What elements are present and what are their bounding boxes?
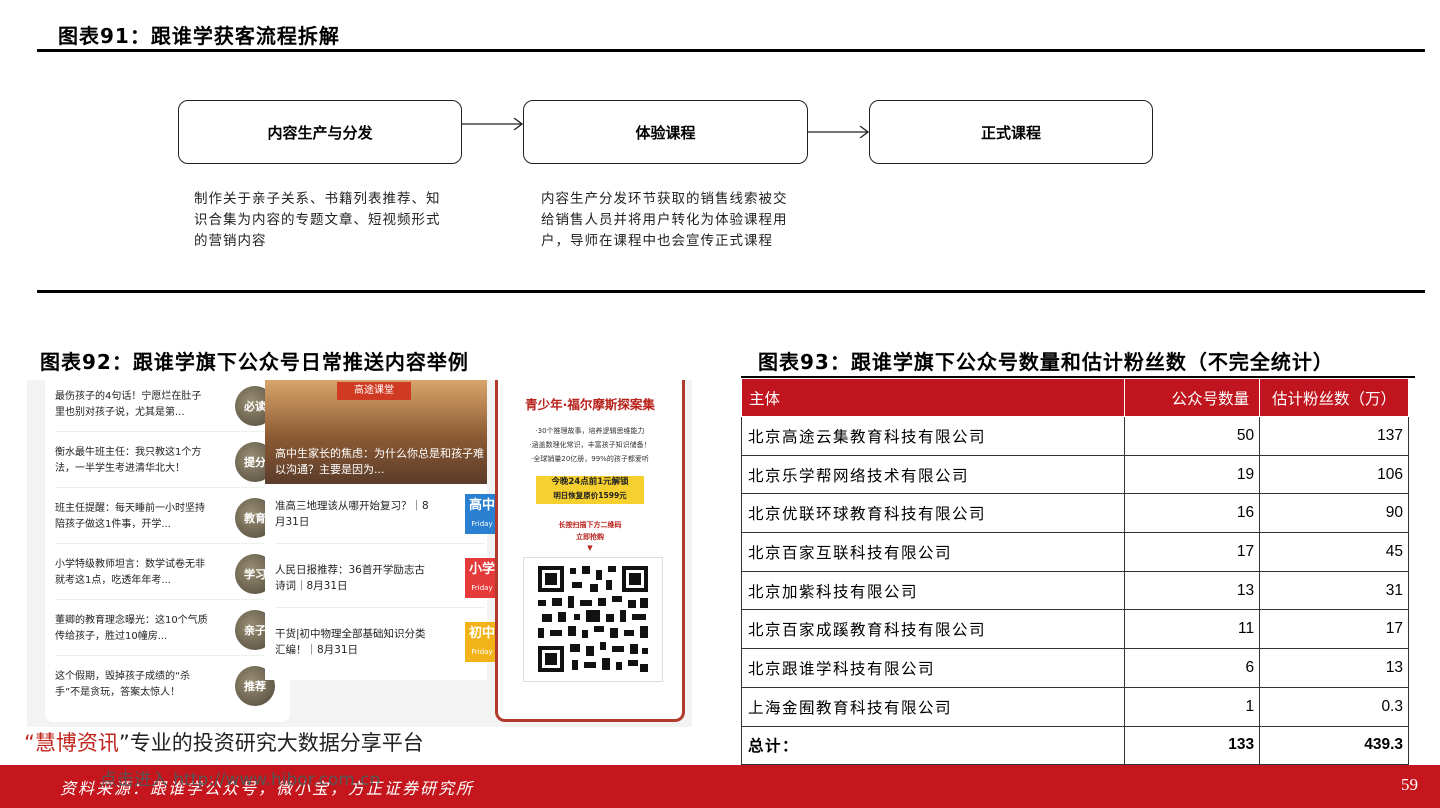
fig91-bottom-rule	[37, 290, 1425, 293]
fig92-title: 图表92：跟谁学旗下公众号日常推送内容举例	[40, 350, 469, 374]
flow-step-content: 内容生产与分发	[178, 100, 462, 164]
fig93-title: 图表93：跟谁学旗下公众号数量和估计粉丝数（不完全统计）	[758, 350, 1334, 374]
list-item: 人民日报推荐：36首开学励志古诗词｜8月31日 小学 Friday	[275, 548, 499, 608]
fig91-top-rule	[37, 49, 1425, 52]
poster-title: 青少年·福尔摩斯探案集	[525, 397, 655, 412]
qr-code	[523, 557, 663, 682]
qr-code-icon	[536, 564, 650, 674]
poster-line: ·涵盖数理化常识，丰富孩子知识储备！	[529, 441, 651, 449]
table-total-row: 总计： 133 439.3	[740, 725, 1409, 766]
poster-scan: 长按扫描下方二维码	[558, 521, 622, 529]
page-footer: 资料来源：跟谁学公众号，微小宝，方正证券研究所 点击进入 http://www.…	[0, 765, 1440, 808]
flow-arrow-2	[808, 126, 870, 138]
table-row: 北京加紫科技有限公司 13 31	[740, 570, 1409, 611]
list-item: 干货|初中物理全部基础知识分类汇编！｜8月31日 初中 Friday	[275, 612, 499, 672]
category-tag: 初中 Friday	[465, 622, 499, 662]
hero-badge: 高途课堂	[337, 382, 411, 400]
poster-arrow-icon: ▼	[587, 544, 593, 552]
col-header-fans: 估计粉丝数（万）	[1259, 378, 1409, 417]
flow-desc-trial: 内容生产分发环节获取的销售线索被交给销售人员并将用户转化为体验课程用户，导师在课…	[541, 191, 788, 249]
category-tag: 小学 Friday	[465, 558, 499, 598]
list-item: 衡水最牛班主任：我只教这1个方法，一半学生考进清华北大！ 提分	[55, 436, 285, 488]
flow-desc-content: 制作关于亲子关系、书籍列表推荐、知识合集为内容的专题文章、短视频形式的营销内容	[194, 191, 441, 249]
watermark-banner: “慧博资讯”专业的投资研究大数据分享平台	[24, 731, 424, 755]
hibor-link[interactable]: 点击进入 http://www.hibor.com.cn	[100, 765, 380, 790]
table-row: 北京百家互联科技有限公司 17 45	[740, 532, 1409, 572]
poster-line: ·30个推理故事，培养逻辑思维能力	[535, 427, 645, 435]
account-table: 主体 公众号数量 估计粉丝数（万） 北京高途云集教育科技有限公司 50 137 北京…	[740, 378, 1409, 766]
table-row: 上海金囿教育科技有限公司 1 0.3	[740, 686, 1409, 727]
table-row: 北京乐学帮网络技术有限公司 19 106	[740, 454, 1409, 495]
promo-poster: 青少年·福尔摩斯探案集 ·30个推理故事，培养逻辑思维能力 ·涵盖数理化常识，丰…	[495, 380, 685, 722]
flow-step-trial: 体验课程	[523, 100, 808, 164]
list-item: 准高三地理该从哪开始复习？｜8月31日 高中 Friday	[275, 484, 499, 544]
fig91-title: 图表91：跟谁学获客流程拆解	[58, 24, 340, 48]
list-item: 班主任提醒：每天睡前一小时坚持陪孩子做这1件事，开学... 教育	[55, 492, 285, 544]
page-number: 59	[1401, 775, 1418, 794]
article-list-left: 最伤孩子的4句话！宁愿烂在肚子里也别对孩子说，尤其是第... 必读 衡水最牛班主任…	[45, 380, 290, 722]
list-item: 最伤孩子的4句话！宁愿烂在肚子里也别对孩子说，尤其是第... 必读	[55, 380, 285, 432]
list-item: 这个假期，毁掉孩子成绩的“杀手”不是贪玩，答案太惊人！ 推荐	[55, 660, 285, 712]
list-item: 董卿的教育理念曝光：这10个气质传给孩子，胜过10幢房... 亲子	[55, 604, 285, 656]
watermark-brand: 慧博资讯	[34, 731, 119, 755]
flow-step-formal: 正式课程	[869, 100, 1153, 164]
table-row: 北京优联环球教育科技有限公司 16 90	[740, 493, 1409, 534]
hero-image: 高途课堂 高中生家长的焦虑：为什么你总是和孩子难以沟通？主要是因为...	[265, 380, 487, 484]
article-list-middle: 高途课堂 高中生家长的焦虑：为什么你总是和孩子难以沟通？主要是因为... 准高三…	[265, 380, 499, 680]
category-tag: 高中 Friday	[465, 494, 499, 534]
list-item: 小学特级教师坦言：数学试卷无非就考这1点，吃透年年考... 学习	[55, 548, 285, 600]
flow-arrow-1	[462, 118, 524, 130]
table-row: 北京跟谁学科技有限公司 6 13	[740, 648, 1409, 688]
table-header-row: 主体 公众号数量 估计粉丝数（万）	[740, 378, 1409, 417]
poster-buy: 立即抢购	[576, 533, 604, 541]
wechat-screenshot-panel: 最伤孩子的4句话！宁愿烂在肚子里也别对孩子说，尤其是第... 必读 衡水最牛班主任…	[27, 380, 692, 727]
poster-line: ·全球销量20亿册，99%的孩子都爱听	[531, 455, 649, 463]
table-row: 北京百家成蹊教育科技有限公司 11 17	[740, 609, 1409, 650]
promo-banner: 今晚24点前1元解锁 明日恢复原价1599元	[536, 476, 644, 504]
col-header-entity: 主体	[740, 378, 1126, 417]
hero-caption: 高中生家长的焦虑：为什么你总是和孩子难以沟通？主要是因为...	[275, 447, 484, 476]
col-header-count: 公众号数量	[1124, 378, 1261, 417]
table-row: 北京高途云集教育科技有限公司 50 137	[740, 416, 1409, 456]
